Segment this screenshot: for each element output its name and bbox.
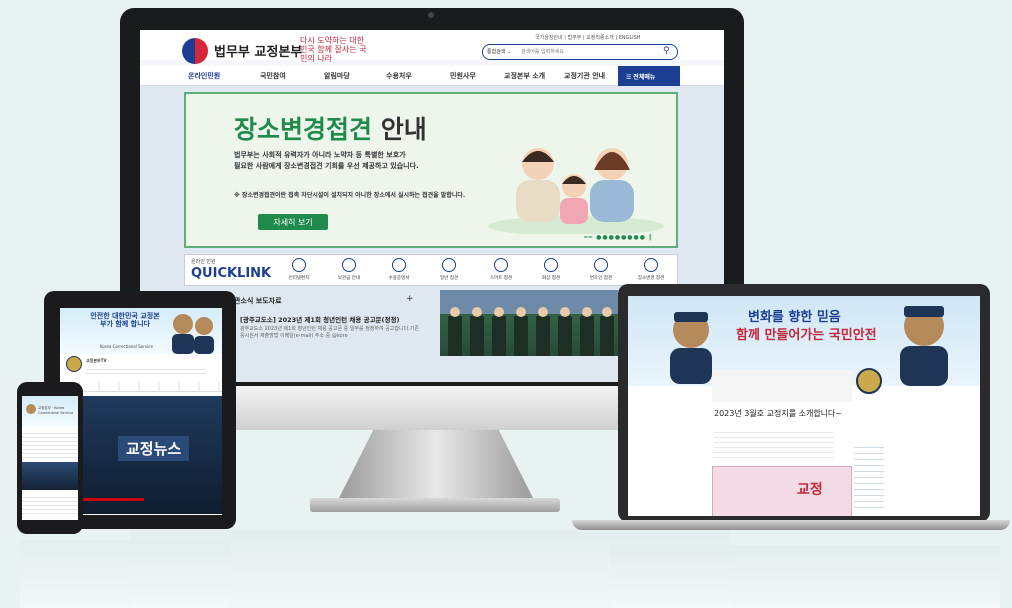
- family-illustration: [488, 148, 664, 234]
- news-tabs[interactable]: 관소식 보도자료: [234, 296, 282, 306]
- main-nav: 온라인민원 국민참여 알림마당 수용처우 민원사무 교정본부 소개 교정기관 안…: [140, 66, 724, 86]
- video-title-badge: 교정뉴스: [118, 436, 190, 461]
- banner-note: ※ 장소변경접견이란 접촉 차단시설이 설치되지 아니한 장소에서 실시하는 접…: [234, 192, 466, 199]
- channel-name[interactable]: 교정본부TV: [86, 358, 107, 364]
- monitor-icon: [544, 258, 558, 272]
- search-box[interactable]: 통합검색 ⌄ 검색어를 입력하세요 ⚲: [482, 44, 678, 60]
- quicklink-caption: 온라인 민원: [191, 259, 216, 265]
- house-icon: [644, 258, 658, 272]
- site-brand[interactable]: 법무부 교정본부: [214, 41, 302, 60]
- phone-feed[interactable]: [22, 430, 78, 458]
- quicklink-smart-visit[interactable]: 스마트 접견: [475, 258, 527, 281]
- laptop-screen: 변화를 향한 믿음 함께 만들어가는 국민안전 2023년 3월호 교정지를 소…: [628, 296, 980, 516]
- tablet-screen: 안전한 대한민국 교정본부가 함께 합니다 Korea Correctional…: [60, 308, 222, 515]
- blog-sidebar-category[interactable]: [854, 442, 884, 512]
- blog-recent-list[interactable]: [712, 370, 852, 402]
- channel-banner-text: 안전한 대한민국 교정본부가 함께 합니다: [90, 312, 160, 328]
- nav-item-online[interactable]: 온라인민원: [188, 71, 220, 81]
- banner-detail-button[interactable]: 자세히 보기: [258, 214, 328, 230]
- phone-icon: [494, 258, 508, 272]
- quicklink-bar: 온라인 민원 QUICKLINK 인터넷편지 보관금 안내 수용증명서 일반 접…: [184, 254, 678, 286]
- quicklink-general-visit[interactable]: 일반 접견: [423, 258, 475, 281]
- blog-post-title[interactable]: 2023년 3월호 교정지를 소개합니다~: [714, 408, 842, 419]
- quicklink-letter[interactable]: 인터넷편지: [273, 258, 325, 281]
- phone-video-thumbnail[interactable]: [22, 462, 78, 490]
- channel-tabs[interactable]: [60, 382, 222, 392]
- quicklink-certificate[interactable]: 수용증명서: [373, 258, 425, 281]
- phone-caption: 교정본부 · Korea Correctional Service: [38, 406, 74, 415]
- nav-item-notice[interactable]: 알림마당: [324, 71, 350, 81]
- banner-title: 장소변경접견 안내: [234, 115, 427, 144]
- news-title[interactable]: [광주교도소] 2023년 제1회 청년인턴 채용 공고문(정정): [240, 314, 399, 324]
- nav-item-institutions[interactable]: 교정기관 안내: [564, 71, 605, 81]
- all-menu-label: 전체메뉴: [633, 74, 656, 81]
- nav-item-about[interactable]: 교정본부 소개: [504, 71, 545, 81]
- search-scope-select[interactable]: 통합검색 ⌄: [487, 48, 511, 55]
- quicklink-place-visit[interactable]: 장소변경 접견: [625, 258, 677, 281]
- channel-avatar[interactable]: [66, 356, 82, 372]
- phone-list[interactable]: [22, 494, 78, 516]
- magazine-cover[interactable]: 교정: [712, 466, 852, 516]
- mascot-icon: [26, 404, 36, 414]
- camera-icon: [428, 12, 434, 18]
- monitor-base: [310, 498, 560, 512]
- nav-item-participation[interactable]: 국민참여: [260, 71, 286, 81]
- officers-photo[interactable]: [440, 290, 618, 356]
- laptop-base: [572, 520, 1010, 530]
- profile-emblem-icon[interactable]: [856, 368, 882, 394]
- blog-banner-line1: 변화를 향한 믿음: [748, 310, 841, 325]
- quicklink-video-visit[interactable]: 화상 접견: [525, 258, 577, 281]
- won-icon: [342, 258, 356, 272]
- slogan: 다시 도약하는 대한민국 함께 잘사는 국민의 나라: [300, 36, 367, 63]
- search-input[interactable]: 검색어를 입력하세요: [521, 48, 564, 55]
- nav-item-treatment[interactable]: 수용처우: [386, 71, 412, 81]
- youtube-channel-banner: 안전한 대한민국 교정본부가 함께 합니다 Korea Correctional…: [60, 308, 222, 354]
- phone-screen: 교정본부 · Korea Correctional Service: [22, 396, 78, 520]
- utility-links[interactable]: 국가상징안내 | 법무부 | 교정직종소개 | ENGLISH: [535, 34, 641, 41]
- quicklink-lawyer-visit[interactable]: 변호인 접견: [575, 258, 627, 281]
- quicklink-deposit[interactable]: 보관금 안내: [323, 258, 375, 281]
- carousel-indicator[interactable]: ━━ ●●●●●●●● ‖: [584, 234, 653, 241]
- quicklink-title: QUICKLINK: [191, 266, 272, 281]
- blog-post-body: [714, 428, 834, 458]
- more-plus-icon[interactable]: +: [406, 294, 414, 304]
- monitor-stand: [338, 430, 534, 500]
- all-menu-button[interactable]: ☰ 전체메뉴: [618, 66, 680, 86]
- document-icon: [392, 258, 406, 272]
- people-icon: [442, 258, 456, 272]
- blog-banner-line2: 함께 만들어가는 국민안전: [736, 328, 877, 343]
- mascot-bears: [172, 314, 214, 354]
- banner-description: 법무부는 사회적 유력자가 아니라 노약자 등 특별한 보호가 필요한 사람에게 …: [234, 151, 419, 170]
- government-logo-icon[interactable]: [182, 38, 208, 64]
- letter-icon: [292, 258, 306, 272]
- magazine-title: 교정: [797, 482, 823, 498]
- scale-icon: [594, 258, 608, 272]
- main-banner[interactable]: 장소변경접견 안내 법무부는 사회적 유력자가 아니라 노약자 등 특별한 보호…: [184, 92, 678, 248]
- mascot-bear-right: [900, 306, 948, 386]
- nav-item-civil[interactable]: 민원사무: [450, 71, 476, 81]
- news-summary: 광주교도소 2023년 제1회 청년인턴 채용 공고문 중 일부를 정정하여 공…: [240, 326, 420, 339]
- channel-banner-en: Korea Correctional Service: [100, 344, 153, 349]
- channel-description: [86, 366, 206, 376]
- search-icon[interactable]: ⚲: [663, 46, 670, 56]
